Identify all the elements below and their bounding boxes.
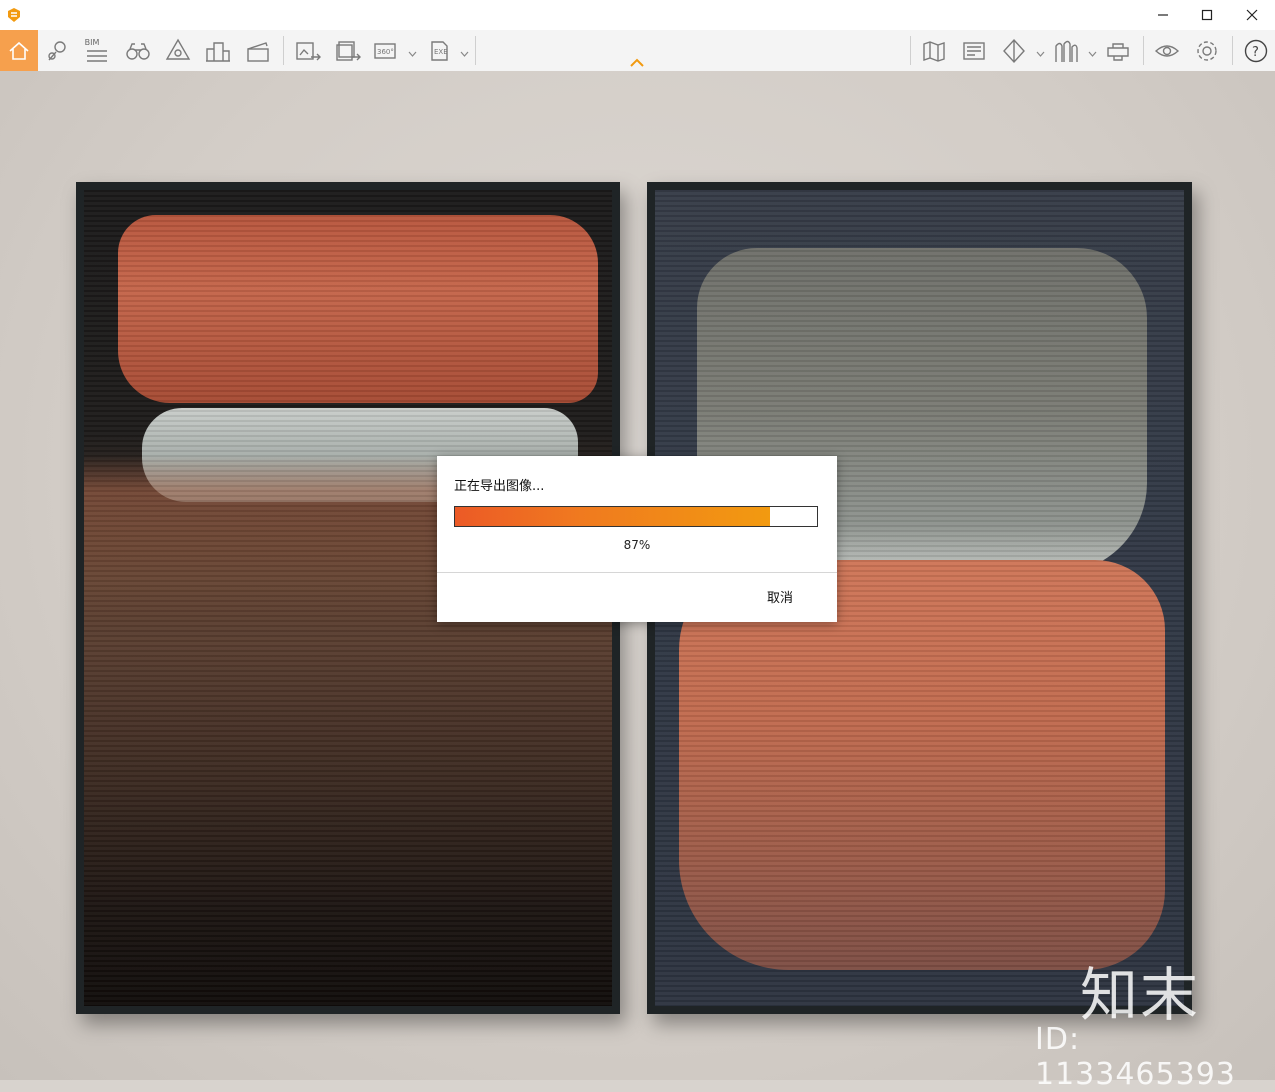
location-pin-icon	[48, 40, 66, 60]
app-logo-icon	[8, 8, 20, 22]
chevron-down-icon[interactable]	[1036, 51, 1045, 57]
home-button[interactable]	[0, 30, 38, 71]
chevron-down-icon[interactable]	[408, 51, 417, 57]
chevron-down-icon[interactable]	[460, 51, 469, 57]
map-icon	[923, 40, 945, 62]
clapper-icon	[247, 41, 269, 62]
dialog-divider	[437, 572, 837, 573]
people-button[interactable]	[1048, 30, 1084, 71]
export-exe-icon: EXE	[431, 40, 448, 61]
close-icon	[1246, 9, 1258, 21]
bim-icon	[87, 50, 107, 62]
building-icon	[206, 41, 230, 62]
maximize-button[interactable]	[1184, 0, 1230, 30]
gear-icon	[1197, 40, 1217, 61]
bim-label: BIM	[84, 38, 100, 47]
toolbar-separator	[910, 36, 911, 65]
gallery-icon	[963, 41, 985, 60]
export-progress-dialog: 正在导出图像... 87% 取消	[437, 456, 837, 622]
vr-icon	[1107, 42, 1129, 61]
eye-icon	[1154, 44, 1180, 57]
location-button[interactable]	[42, 30, 74, 71]
toolbar-separator	[1232, 36, 1233, 65]
bim-button[interactable]: BIM	[80, 30, 114, 71]
toolbar-separator	[283, 36, 284, 65]
collapse-toolbar-icon[interactable]	[627, 55, 647, 69]
gallery-button[interactable]	[956, 30, 992, 71]
watermark-id: ID: 1133465393	[1035, 1022, 1236, 1092]
maximize-icon	[1201, 9, 1213, 21]
progress-percent: 87%	[623, 538, 651, 552]
export-360-icon: 360°	[374, 42, 396, 59]
building-button[interactable]	[200, 30, 236, 71]
pano-label: 360°	[377, 48, 394, 56]
settings-button[interactable]	[1189, 30, 1225, 71]
toolbar-separator	[1143, 36, 1144, 65]
map-button[interactable]	[916, 30, 952, 71]
dialog-title: 正在导出图像...	[454, 479, 545, 494]
minimize-icon	[1158, 14, 1168, 16]
help-icon: ?	[1244, 39, 1268, 62]
camera-button[interactable]	[160, 30, 196, 71]
export-image-button[interactable]	[290, 30, 326, 71]
export-360-button[interactable]: 360°	[370, 30, 404, 71]
minimize-button[interactable]	[1140, 0, 1186, 30]
vr-button[interactable]	[1100, 30, 1136, 71]
home-icon	[9, 41, 29, 60]
animation-button[interactable]	[240, 30, 276, 71]
svg-text:?: ?	[1252, 45, 1259, 60]
export-batch-icon	[336, 40, 361, 61]
title-bar	[0, 0, 1275, 30]
progress-fill	[455, 507, 770, 526]
section-button[interactable]	[996, 30, 1032, 71]
camera-icon	[165, 38, 191, 60]
chevron-down-icon[interactable]	[1088, 51, 1097, 57]
walkthrough-button[interactable]	[120, 30, 156, 71]
toolbar-separator	[475, 36, 476, 65]
section-icon	[1003, 38, 1025, 63]
cancel-button[interactable]: 取消	[767, 587, 793, 606]
watermark-brand: 知末	[1080, 961, 1201, 1029]
exe-label: EXE	[434, 48, 448, 56]
export-batch-button[interactable]	[330, 30, 366, 71]
export-exe-button[interactable]: EXE	[424, 30, 458, 71]
binoculars-icon	[126, 42, 150, 60]
progress-bar	[454, 506, 818, 527]
export-image-icon	[296, 41, 321, 60]
people-icon	[1055, 40, 1078, 62]
view-button[interactable]	[1149, 30, 1185, 71]
close-button[interactable]	[1229, 0, 1275, 30]
help-button[interactable]: ?	[1238, 30, 1274, 71]
